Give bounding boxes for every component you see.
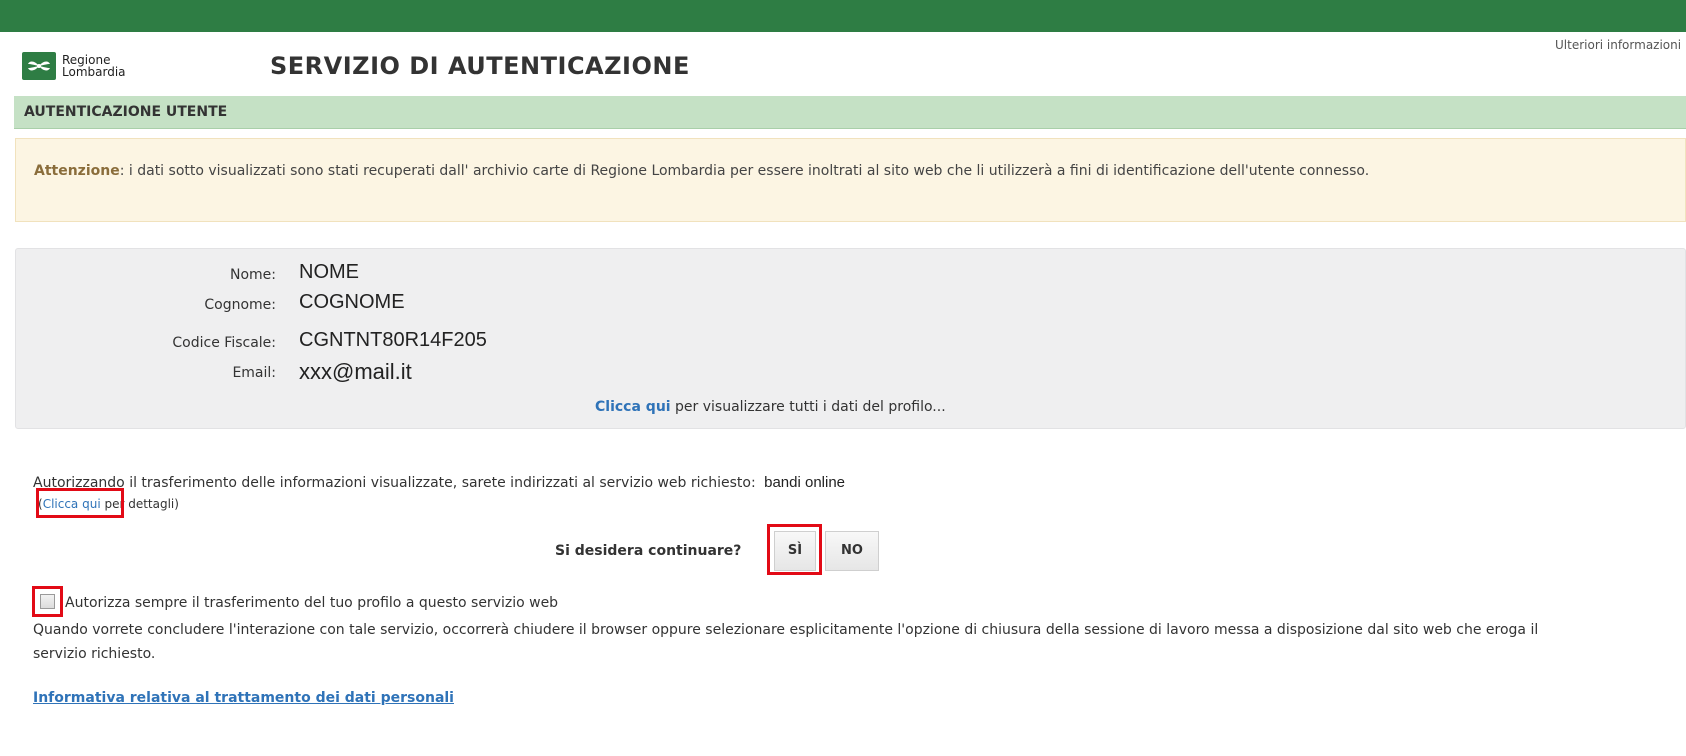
codice-fiscale-value: CGNTNT80R14F205 <box>299 329 487 351</box>
warning-alert: Attenzione: i dati sotto visualizzati so… <box>15 138 1686 222</box>
nome-label: Nome: <box>229 267 276 283</box>
profile-row-cognome: Cognome: COGNOME <box>16 291 616 319</box>
highlight-box-checkbox <box>32 586 63 617</box>
cognome-label: Cognome: <box>204 297 276 313</box>
page-title: SERVIZIO DI AUTENTICAZIONE <box>270 52 690 80</box>
always-authorize-label[interactable]: Autorizza sempre il trasferimento del tu… <box>65 595 558 611</box>
logo-text: Regione Lombardia <box>62 54 126 78</box>
top-bar <box>0 0 1686 32</box>
profile-row-nome: Nome: NOME <box>16 261 616 289</box>
view-profile-suffix: per visualizzare tutti i dati del profil… <box>670 399 946 415</box>
more-info-link[interactable]: Ulteriori informazioni <box>1555 38 1681 52</box>
rose-camuna-icon <box>22 52 56 80</box>
authorization-text: Autorizzando il trasferimento delle info… <box>33 474 845 491</box>
profile-row-codice-fiscale: Codice Fiscale: CGNTNT80R14F205 <box>16 329 616 357</box>
view-profile-link[interactable]: Clicca qui <box>595 399 671 415</box>
codice-fiscale-label: Codice Fiscale: <box>172 335 276 351</box>
session-close-note: Quando vorrete concludere l'interazione … <box>33 622 1539 662</box>
nome-value: NOME <box>299 261 359 283</box>
highlight-box-details-link <box>36 488 124 518</box>
section-header: AUTENTICAZIONE UTENTE <box>14 96 1686 129</box>
profile-panel: Nome: NOME Cognome: COGNOME Codice Fisca… <box>15 248 1686 429</box>
regione-lombardia-logo[interactable]: Regione Lombardia <box>22 52 126 80</box>
logo-line-2: Lombardia <box>62 65 126 79</box>
email-label: Email: <box>232 365 276 381</box>
no-button[interactable]: NO <box>825 531 879 571</box>
email-value: xxx@mail.it <box>299 359 412 384</box>
section-title: AUTENTICAZIONE UTENTE <box>24 104 228 120</box>
profile-row-email: Email: xxx@mail.it <box>16 359 616 387</box>
warning-message: : i dati sotto visualizzati sono stati r… <box>119 163 1370 179</box>
cognome-value: COGNOME <box>299 291 405 313</box>
warning-label: Attenzione <box>34 163 120 179</box>
profile-details-line: Clicca qui per visualizzare tutti i dati… <box>595 399 946 415</box>
requested-service-name: bandi online <box>764 474 846 491</box>
privacy-policy-link[interactable]: Informativa relativa al trattamento dei … <box>33 690 454 706</box>
authorization-message: Autorizzando il trasferimento delle info… <box>33 475 756 491</box>
warning-text: Attenzione: i dati sotto visualizzati so… <box>34 159 1594 183</box>
highlight-box-yes-button <box>767 524 822 575</box>
continue-question: Si desidera continuare? <box>555 543 742 559</box>
